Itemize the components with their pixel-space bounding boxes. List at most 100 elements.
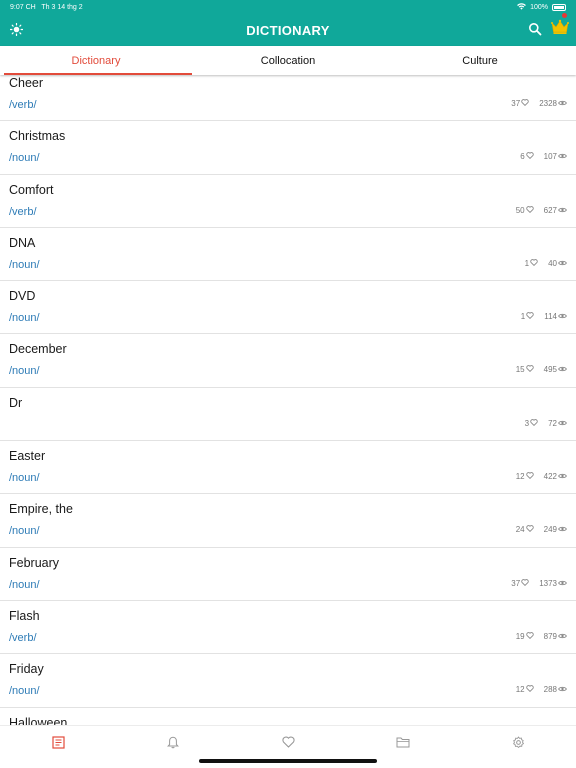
entry-stats: 1 114 <box>521 312 567 321</box>
eye-icon <box>558 525 567 534</box>
view-count: 114 <box>544 312 557 322</box>
like-stat: 37 <box>511 579 529 588</box>
view-count: 627 <box>543 205 557 215</box>
list-item[interactable]: Cheer/verb/37 2328 <box>0 68 576 122</box>
like-stat: 12 <box>516 472 534 481</box>
list-item[interactable]: Halloween <box>0 708 576 725</box>
folder-icon[interactable] <box>393 734 413 750</box>
eye-icon <box>558 472 567 481</box>
wifi-icon <box>517 2 526 12</box>
entry-list[interactable]: Cheer/verb/37 2328 Christmas/noun/6 107 Comf… <box>0 68 576 725</box>
view-stat: 879 <box>544 632 567 641</box>
like-stat: 50 <box>516 206 534 215</box>
like-stat: 19 <box>516 632 534 641</box>
entry-stats: 12 288 <box>516 685 567 694</box>
eye-icon <box>558 579 567 588</box>
view-count: 72 <box>548 418 557 428</box>
heart-icon[interactable] <box>278 734 298 750</box>
entry-pos: /noun/ <box>9 685 40 698</box>
entry-pos: /noun/ <box>9 365 40 378</box>
eye-icon <box>558 419 567 428</box>
dictionary-icon[interactable] <box>48 734 68 750</box>
entry-pos: /verb/ <box>9 205 37 218</box>
list-item[interactable]: Christmas/noun/6 107 <box>0 121 576 175</box>
bell-icon[interactable] <box>163 734 183 750</box>
entry-stats: 1 40 <box>525 259 567 268</box>
eye-icon <box>558 259 567 268</box>
entry-word: December <box>9 342 67 357</box>
entry-word: Comfort <box>9 182 54 197</box>
list-item[interactable]: February/noun/37 1373 <box>0 548 576 601</box>
eye-icon <box>558 632 567 641</box>
eye-icon <box>558 206 567 215</box>
like-count: 6 <box>520 152 525 162</box>
entry-stats: 24 249 <box>516 525 567 534</box>
app-screen: 9:07 CH Th 3 14 thg 2 100% DICTIONARY Di… <box>0 0 576 768</box>
settings-icon[interactable] <box>508 734 528 750</box>
entry-pos: /noun/ <box>9 525 40 538</box>
status-right: 100% <box>517 2 566 12</box>
list-item[interactable]: Friday/noun/12 288 <box>0 654 576 708</box>
like-count: 1 <box>524 258 530 268</box>
list-item[interactable]: Flash/verb/19 879 <box>0 601 576 655</box>
like-stat: 24 <box>516 525 534 534</box>
like-stat: 1 <box>521 312 534 321</box>
entry-stats: 50 627 <box>516 206 567 215</box>
view-count: 107 <box>543 152 557 162</box>
entry-stats: 37 2328 <box>511 99 567 108</box>
like-count: 50 <box>515 205 525 215</box>
eye-icon <box>558 152 567 161</box>
list-item[interactable]: Comfort/verb/50 627 <box>0 175 576 228</box>
entry-word: Friday <box>9 662 44 677</box>
search-icon[interactable] <box>528 22 542 41</box>
tab-dictionary[interactable]: Dictionary <box>0 46 192 75</box>
entry-pos: /verb/ <box>9 631 37 644</box>
list-item[interactable]: DVD/noun/1 114 <box>0 281 576 335</box>
tab-collocation[interactable]: Collocation <box>192 46 384 75</box>
status-bar: 9:07 CH Th 3 14 thg 2 100% <box>0 0 576 14</box>
list-item[interactable]: Easter/noun/12 422 <box>0 441 576 495</box>
like-count: 37 <box>511 99 521 108</box>
entry-word: DVD <box>9 289 36 304</box>
entry-word: February <box>9 555 60 570</box>
like-count: 12 <box>515 685 525 695</box>
like-stat: 6 <box>520 152 534 162</box>
view-stat: 422 <box>544 472 567 481</box>
list-item[interactable]: Dr 3 72 <box>0 388 576 442</box>
heart-icon <box>525 525 534 534</box>
like-count: 3 <box>524 418 530 428</box>
view-stat: 288 <box>544 685 567 694</box>
view-stat: 114 <box>544 312 567 321</box>
crown-icon[interactable] <box>551 19 569 40</box>
entry-pos: /noun/ <box>9 578 40 591</box>
heart-icon <box>525 152 534 161</box>
eye-icon <box>558 312 567 321</box>
view-count: 495 <box>543 365 557 375</box>
heart-icon <box>525 685 534 694</box>
entry-word: Cheer <box>9 76 44 90</box>
eye-icon <box>558 685 567 694</box>
list-item[interactable]: DNA/noun/1 40 <box>0 228 576 282</box>
list-item[interactable]: Empire, the/noun/24 249 <box>0 494 576 548</box>
heart-icon <box>521 578 529 588</box>
battery-percent: 100% <box>530 3 548 11</box>
heart-icon <box>525 205 534 215</box>
heart-icon <box>525 632 534 641</box>
list-item[interactable]: December/noun/15 495 <box>0 334 576 388</box>
entry-pos: /verb/ <box>9 99 37 111</box>
view-count: 249 <box>543 525 557 535</box>
tab-culture[interactable]: Culture <box>384 46 576 75</box>
entry-stats: 6 107 <box>520 152 567 161</box>
view-stat: 495 <box>544 365 567 374</box>
heart-icon <box>521 99 529 108</box>
view-stat: 107 <box>544 152 567 161</box>
entry-word: Dr <box>9 395 23 410</box>
entry-pos: /noun/ <box>9 472 40 485</box>
view-count: 422 <box>543 472 557 482</box>
entry-stats: 19 879 <box>516 632 567 641</box>
view-stat: 249 <box>544 525 567 534</box>
sun-icon[interactable] <box>9 22 24 41</box>
entry-word: Empire, the <box>9 502 73 517</box>
entry-pos: /noun/ <box>9 258 40 271</box>
like-count: 12 <box>515 472 525 482</box>
